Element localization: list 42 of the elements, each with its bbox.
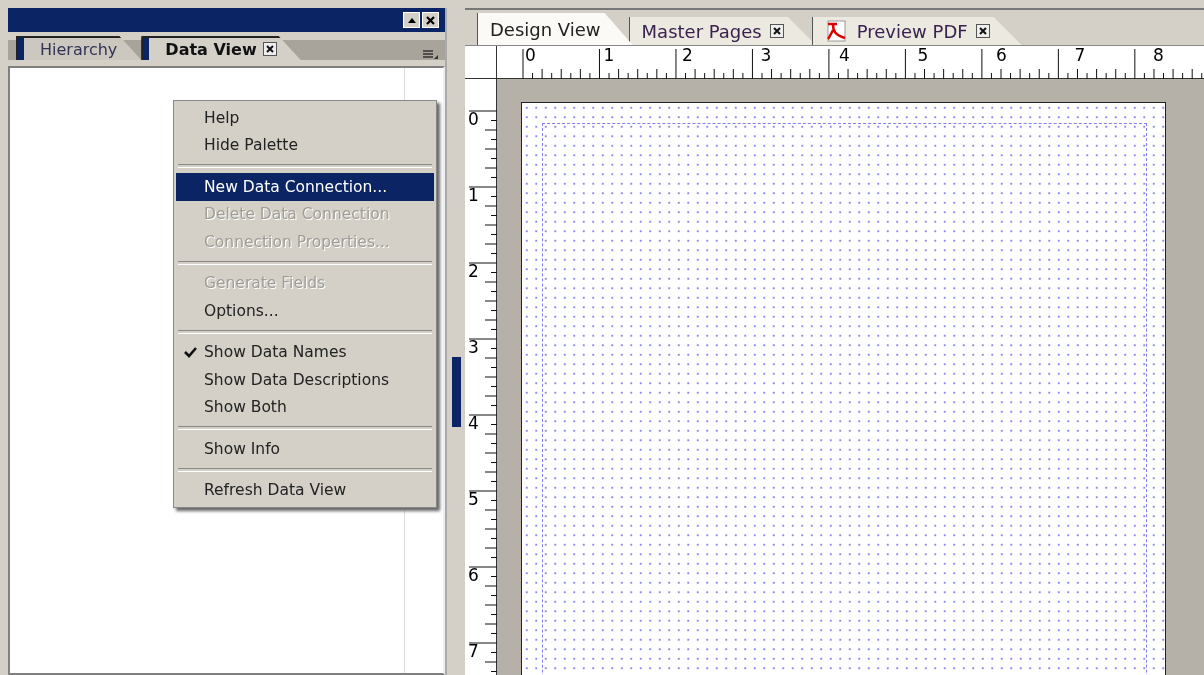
- editor-tab[interactable]: Design View: [477, 13, 633, 45]
- menu-item[interactable]: Hide Palette: [176, 131, 434, 159]
- menu-item[interactable]: Show Data Names: [176, 338, 434, 366]
- ruler-number: 1: [602, 46, 616, 67]
- ruler-number: 4: [467, 413, 480, 435]
- menu-item[interactable]: Show Info: [176, 435, 434, 463]
- palette-tab[interactable]: Hierarchy: [16, 36, 142, 60]
- ruler-number: 6: [467, 565, 480, 587]
- palette-tab[interactable]: Data View: [141, 36, 301, 60]
- close-icon[interactable]: [975, 24, 990, 38]
- menu-item[interactable]: Show Both: [176, 393, 434, 421]
- ruler-number: 3: [467, 337, 480, 359]
- menu-item[interactable]: New Data Connection...: [176, 173, 434, 201]
- menu-item[interactable]: Refresh Data View: [176, 476, 434, 504]
- menu-item[interactable]: Help: [176, 104, 434, 132]
- close-icon[interactable]: [262, 42, 277, 56]
- close-icon[interactable]: [769, 24, 784, 38]
- menu-item[interactable]: Options...: [176, 297, 434, 325]
- ruler-number: 2: [467, 261, 480, 283]
- close-icon: [426, 15, 435, 25]
- splitter-handle[interactable]: [451, 356, 461, 427]
- close-button[interactable]: [422, 12, 439, 28]
- grip-icon: [16, 38, 24, 60]
- ruler-number: 1: [467, 185, 480, 207]
- ruler-number: 7: [1073, 46, 1087, 67]
- menu-icon[interactable]: [423, 50, 439, 60]
- pdf-icon: [824, 19, 849, 43]
- collapse-button[interactable]: [403, 12, 420, 28]
- ruler-number: 7: [467, 641, 480, 663]
- ruler-number: 0: [524, 46, 537, 67]
- menu-item[interactable]: Show Data Descriptions: [176, 366, 434, 394]
- ruler-number: 3: [759, 46, 773, 67]
- ruler-number: 6: [995, 46, 1008, 67]
- ruler-number: 5: [916, 46, 930, 67]
- ruler-number: 4: [838, 46, 851, 67]
- triangle-up-icon: [407, 17, 416, 23]
- grip-icon: [141, 38, 150, 60]
- editor-tab[interactable]: Preview PDF: [811, 17, 1022, 45]
- ruler-number: 8: [1152, 46, 1165, 67]
- ruler-number: 2: [681, 46, 694, 67]
- ruler-number: 0: [467, 109, 480, 131]
- ruler-number: 5: [467, 489, 480, 511]
